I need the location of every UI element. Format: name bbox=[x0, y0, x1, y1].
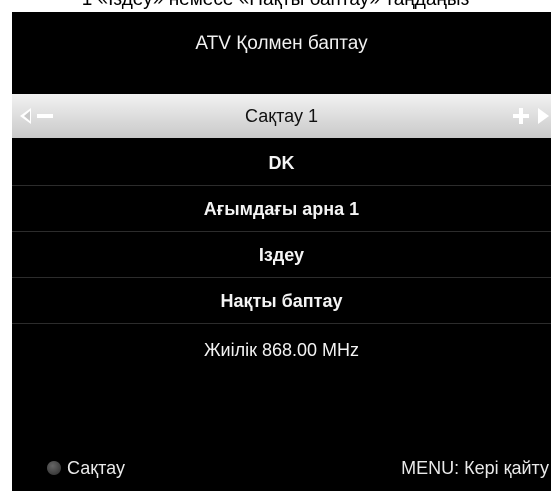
current-channel-label: Ағымдағы арна 1 bbox=[203, 199, 360, 219]
search-label: Іздеу bbox=[258, 245, 305, 265]
left-arrow-icon[interactable] bbox=[20, 108, 31, 124]
save-slot-label: Сақтау 1 bbox=[245, 106, 318, 126]
plus-icon[interactable] bbox=[513, 108, 529, 124]
frequency-item[interactable]: Жиілік 868.00 MHz bbox=[12, 324, 551, 376]
menu-title: ATV Қолмен баптау bbox=[195, 33, 368, 54]
current-channel-item[interactable]: Ағымдағы арна 1 bbox=[12, 186, 551, 232]
footer-back-hint[interactable]: MENU: Кері қайту bbox=[401, 458, 549, 478]
sound-system-label: DK bbox=[268, 153, 295, 173]
instruction-caption: 1 «Іздеу» немесе «Нақты баптау» таңдаңыз bbox=[0, 0, 551, 11]
sound-system-item[interactable]: DK bbox=[12, 140, 551, 186]
minus-icon[interactable] bbox=[37, 114, 53, 118]
tv-menu-screen: ATV Қолмен баптау Сақтау 1 DK Ағымдағы а… bbox=[12, 12, 551, 491]
frequency-label: Жиілік 868.00 MHz bbox=[203, 340, 360, 360]
search-item[interactable]: Іздеу bbox=[12, 232, 551, 278]
page: 1 «Іздеу» немесе «Нақты баптау» таңдаңыз… bbox=[0, 0, 551, 491]
fine-tune-item[interactable]: Нақты баптау bbox=[12, 278, 551, 324]
menu-footer: Сақтау MENU: Кері қайту bbox=[12, 446, 551, 491]
button-dot-icon bbox=[47, 461, 61, 475]
footer-save-hint[interactable]: Сақтау bbox=[67, 458, 125, 478]
fine-tune-label: Нақты баптау bbox=[220, 291, 343, 311]
right-arrow-icon[interactable] bbox=[538, 108, 549, 124]
save-slot-selector[interactable]: Сақтау 1 bbox=[12, 94, 551, 138]
